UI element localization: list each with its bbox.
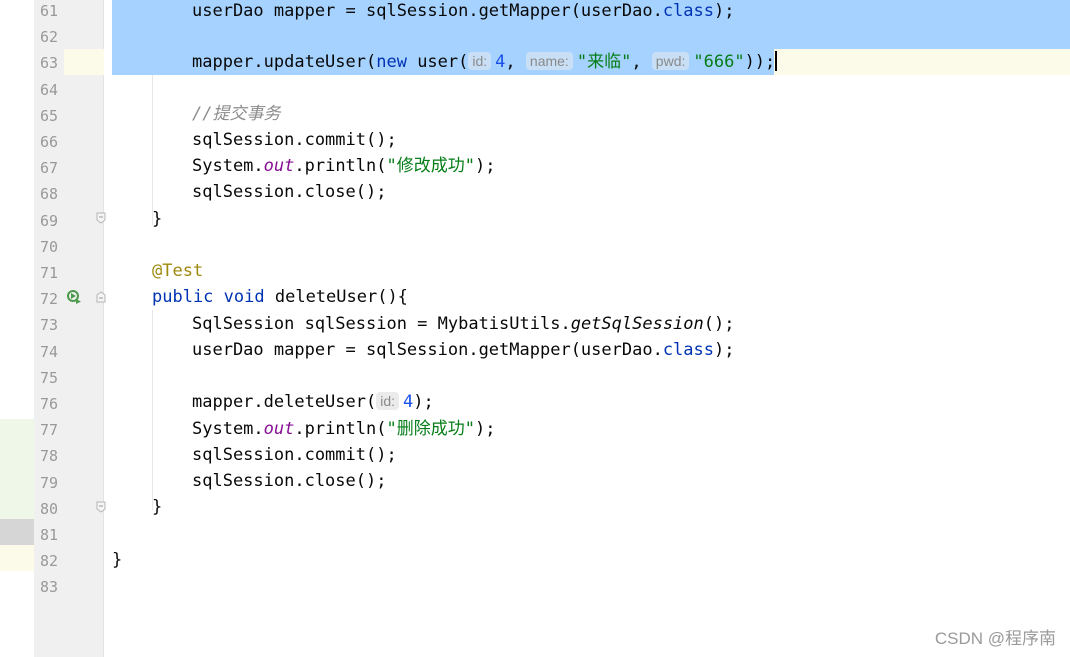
change-marker-current: [0, 519, 34, 545]
line-number[interactable]: 81: [34, 522, 64, 548]
code-line-72[interactable]: public void deleteUser(){: [152, 284, 408, 310]
line-number[interactable]: 82: [34, 548, 64, 574]
param-hint-pwd: pwd:: [651, 52, 690, 70]
code-line-67[interactable]: System.out.println("修改成功");: [192, 153, 495, 179]
line-number[interactable]: 66: [34, 129, 64, 155]
watermark: CSDN @程序南: [934, 629, 1056, 648]
line-number[interactable]: 80: [34, 496, 64, 522]
fold-marker-icon[interactable]: [96, 291, 106, 303]
code-line-65[interactable]: //提交事务: [192, 101, 280, 127]
text-caret: [775, 51, 778, 71]
code-line-66[interactable]: sqlSession.commit();: [192, 127, 397, 153]
code-line-73[interactable]: SqlSession sqlSession = MybatisUtils.get…: [192, 311, 734, 337]
param-hint-name: name:: [525, 52, 573, 70]
line-number[interactable]: 64: [34, 77, 64, 103]
fold-marker-icon[interactable]: [96, 212, 106, 224]
line-number[interactable]: 79: [34, 470, 64, 496]
line-number[interactable]: 68: [34, 181, 64, 207]
indent-guide: [152, 310, 153, 510]
line-number[interactable]: 69: [34, 208, 64, 234]
line-number[interactable]: 67: [34, 155, 64, 181]
line-number[interactable]: 72: [34, 286, 64, 312]
code-line-77[interactable]: System.out.println("删除成功");: [192, 416, 495, 442]
line-number[interactable]: 74: [34, 339, 64, 365]
change-marker-added: [0, 419, 34, 519]
param-hint-id: id:: [468, 52, 492, 70]
line-number[interactable]: 70: [34, 234, 64, 260]
code-line-79[interactable]: sqlSession.close();: [192, 468, 386, 494]
param-hint-id: id:: [376, 392, 400, 410]
line-number[interactable]: 75: [34, 365, 64, 391]
line-number[interactable]: 77: [34, 417, 64, 443]
indent-guide: [152, 75, 153, 225]
line-number[interactable]: 76: [34, 391, 64, 417]
fold-marker-icon[interactable]: [96, 501, 106, 513]
code-line-74[interactable]: userDao mapper = sqlSession.getMapper(us…: [192, 337, 734, 363]
line-number[interactable]: 73: [34, 312, 64, 338]
code-line-63[interactable]: mapper.updateUser(new user(id: 4, name: "来…: [192, 49, 778, 75]
code-line-80[interactable]: }: [152, 494, 162, 520]
caret-line-gutter-highlight: [64, 49, 104, 75]
code-line-82[interactable]: }: [112, 547, 122, 573]
caret-line-highlight: [774, 49, 1070, 75]
code-line-78[interactable]: sqlSession.commit();: [192, 442, 397, 468]
code-line-69[interactable]: }: [152, 206, 162, 232]
line-number[interactable]: 65: [34, 103, 64, 129]
line-number[interactable]: 83: [34, 574, 64, 600]
code-line-61[interactable]: userDao mapper = sqlSession.getMapper(us…: [192, 0, 734, 24]
line-number[interactable]: 61: [34, 0, 64, 24]
code-line-76[interactable]: mapper.deleteUser(id: 4);: [192, 389, 434, 415]
change-marker-caret: [0, 545, 34, 571]
line-number[interactable]: 78: [34, 443, 64, 469]
left-tool-strip: [0, 0, 34, 657]
code-line-68[interactable]: sqlSession.close();: [192, 179, 386, 205]
code-line-71[interactable]: @Test: [152, 258, 203, 284]
line-number[interactable]: 62: [34, 24, 64, 50]
run-test-icon[interactable]: [66, 289, 82, 305]
line-number[interactable]: 63: [34, 50, 64, 76]
line-number[interactable]: 71: [34, 260, 64, 286]
